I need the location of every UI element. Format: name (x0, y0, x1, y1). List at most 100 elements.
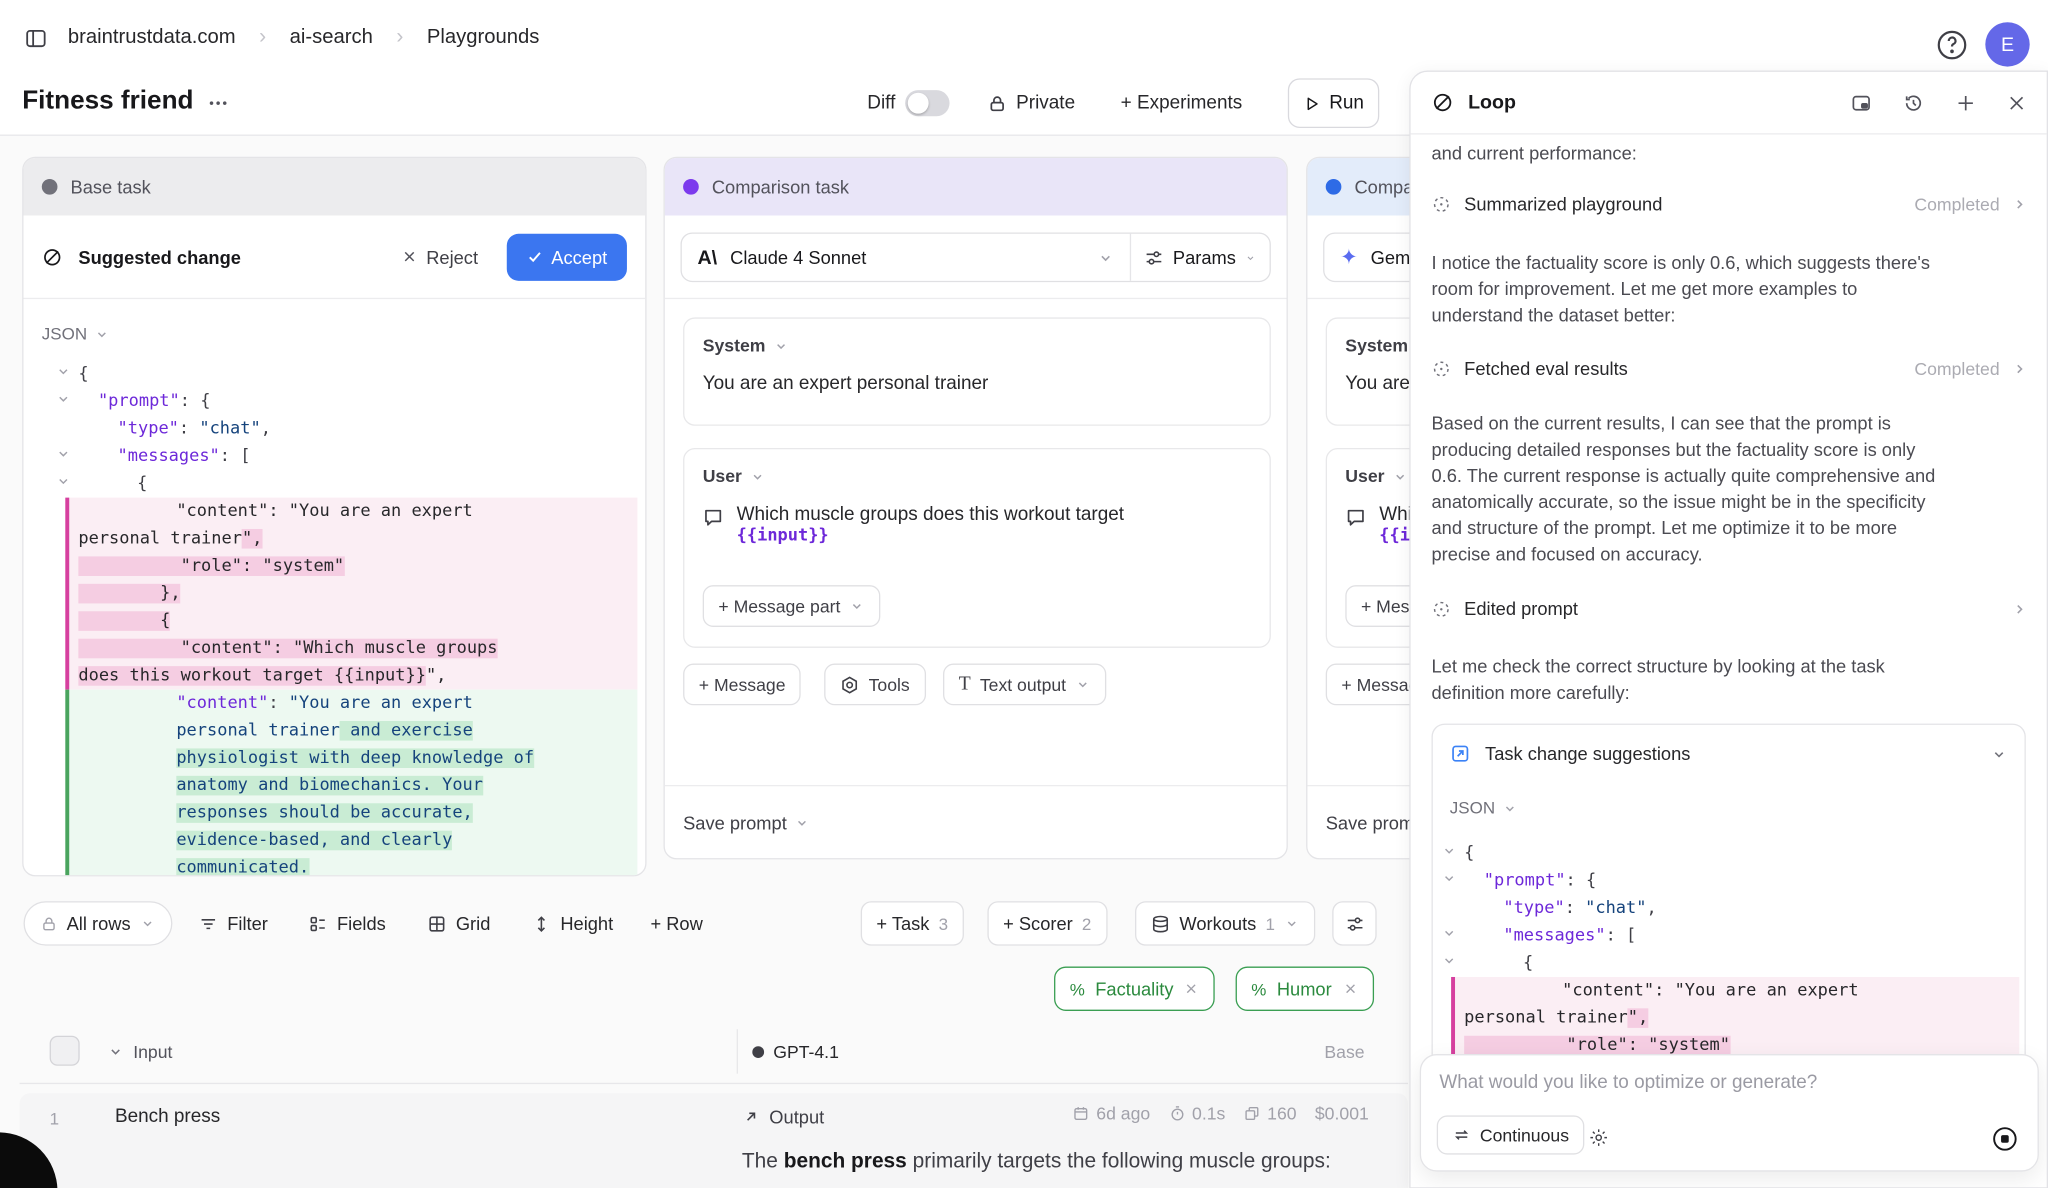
loop-input-placeholder: What would you like to optimize or gener… (1439, 1072, 1817, 1093)
tools-icon (840, 675, 860, 695)
add-scorer-label: + Scorer (1003, 913, 1073, 934)
all-rows-select[interactable]: All rows (24, 901, 173, 945)
breadcrumb-project[interactable]: ai-search (290, 26, 373, 50)
breadcrumb-section[interactable]: Playgrounds (427, 26, 540, 50)
row-number: 1 (50, 1109, 59, 1129)
breadcrumb-sep-icon: › (396, 26, 403, 50)
task-count: 3 (939, 914, 948, 934)
json-mode-select[interactable]: JSON (1450, 798, 1517, 818)
filter-button[interactable]: Filter (199, 901, 268, 945)
height-label: Height (560, 913, 613, 934)
text-output-button[interactable]: T Text output (943, 664, 1107, 706)
height-button[interactable]: Height (532, 901, 614, 945)
save-prompt-button[interactable]: Save prompt (665, 785, 1287, 858)
chevron-right-icon (2011, 195, 2028, 212)
grid-button[interactable]: Grid (427, 901, 490, 945)
suggestions-card-header[interactable]: Task change suggestions (1433, 725, 2025, 782)
json-mode-select[interactable]: JSON (42, 324, 109, 344)
chevron-right-icon (2011, 600, 2028, 617)
accept-button[interactable]: Accept (507, 233, 627, 280)
base-task-panel: Base task Suggested change Reject Accept… (22, 157, 646, 877)
reject-button[interactable]: Reject (401, 246, 478, 267)
user-label[interactable]: User (1345, 466, 1408, 486)
remove-scorer-icon[interactable] (1184, 981, 1200, 997)
loop-step[interactable]: Fetched eval results Completed (1432, 358, 2029, 379)
code-line: does this workout target {{input}}", (78, 662, 637, 689)
avatar[interactable]: E (1985, 22, 2029, 66)
select-all-checkbox[interactable] (50, 1036, 80, 1066)
message-bubble-icon (703, 507, 724, 528)
new-chat-icon[interactable] (1955, 93, 1976, 114)
json-editor[interactable]: {"prompt": {"type": "chat","messages": [… (78, 360, 637, 876)
row-input-cell[interactable]: Bench press (115, 1106, 220, 1127)
json-editor[interactable]: {"prompt": {"type": "chat","messages": [… (1464, 840, 2019, 1059)
code-line: anatomy and biomechanics. Your (78, 772, 637, 799)
system-message-box[interactable]: System You are an expert personal traine… (683, 317, 1271, 425)
loop-input-box[interactable]: What would you like to optimize or gener… (1420, 1054, 2039, 1172)
code-line: evidence-based, and clearly (78, 827, 637, 854)
system-label[interactable]: System (703, 336, 789, 356)
experiments-button[interactable]: + Experiments (1121, 89, 1243, 118)
anthropic-logo-icon: A\ (697, 246, 717, 268)
title-menu-button[interactable] (206, 91, 230, 115)
add-row-button[interactable]: + Row (650, 901, 702, 945)
step-icon (1432, 599, 1452, 619)
loop-step[interactable]: Edited prompt (1432, 598, 2029, 619)
add-row-label: + Row (650, 913, 702, 934)
params-button[interactable]: Params (1131, 234, 1269, 281)
params-label: Params (1173, 247, 1236, 268)
sidebar-toggle-icon[interactable] (25, 27, 47, 49)
model-header-label: GPT-4.1 (773, 1042, 839, 1062)
dataset-select[interactable]: Workouts 1 (1135, 901, 1315, 945)
fields-icon (308, 914, 328, 934)
dataset-label: Workouts (1179, 913, 1256, 934)
code-line: { (78, 607, 637, 634)
tools-button[interactable]: Tools (824, 664, 925, 706)
add-scorer-button[interactable]: + Scorer 2 (987, 901, 1107, 945)
scorer-chip-humor[interactable]: % Humor (1236, 967, 1374, 1011)
chevron-right-icon (2011, 360, 2028, 377)
close-icon[interactable] (2006, 93, 2027, 114)
input-column-header[interactable]: Input (107, 1038, 172, 1064)
output-meta: 6d ago 0.1s 160 $0.001 (742, 1104, 1369, 1124)
fields-button[interactable]: Fields (308, 901, 386, 945)
suggested-change-row: Suggested change Reject Accept (24, 216, 646, 300)
history-icon[interactable] (1903, 93, 1924, 114)
message-part-button[interactable]: + Message part (703, 585, 881, 627)
grid-label: Grid (456, 913, 491, 934)
add-message-button[interactable]: + Message (683, 664, 801, 706)
system-label[interactable]: System (1345, 336, 1408, 356)
loop-step[interactable]: Summarized playground Completed (1432, 193, 2029, 214)
user-message-box[interactable]: User Which muscle groups does this worko… (683, 448, 1271, 648)
collapse-icon (107, 1043, 124, 1060)
loop-settings-icon[interactable] (1588, 1127, 1609, 1148)
continuous-mode-button[interactable]: Continuous (1437, 1115, 1585, 1154)
user-label[interactable]: User (703, 466, 766, 486)
remove-scorer-icon[interactable] (1342, 981, 1358, 997)
private-button[interactable]: Private (987, 89, 1075, 118)
diff-toggle[interactable] (904, 90, 948, 116)
comparison-task-header: Comparison task (665, 158, 1287, 215)
scorer-chip-label: Factuality (1095, 978, 1173, 999)
run-button[interactable]: Run (1288, 78, 1379, 128)
scorer-chip-factuality[interactable]: % Factuality (1054, 967, 1215, 1011)
code-line: "content": "You are an expert (78, 690, 637, 717)
reject-label: Reject (426, 246, 478, 267)
add-task-button[interactable]: + Task 3 (861, 901, 964, 945)
input-header-label: Input (133, 1042, 172, 1062)
loop-panel: Loop and current performance: Summarized… (1409, 71, 2048, 1188)
popout-icon[interactable] (1851, 93, 1872, 114)
breadcrumb-org[interactable]: braintrustdata.com (68, 26, 236, 50)
comparison-task-label: Comparison task (712, 176, 849, 197)
fields-label: Fields (337, 913, 386, 934)
code-line: "role": "system" (78, 552, 637, 579)
model-column-header[interactable]: GPT-4.1 (752, 1038, 839, 1064)
model-select[interactable]: A\ Claude 4 Sonnet (682, 234, 1131, 281)
code-line: "prompt": { (1464, 867, 2019, 894)
model-name: Claude 4 Sonnet (730, 247, 1084, 268)
code-line: { (1464, 950, 2019, 977)
table-settings-button[interactable] (1332, 901, 1376, 945)
stop-button[interactable] (1991, 1125, 2020, 1154)
help-button[interactable] (1934, 27, 1969, 62)
table-header-divider (20, 1083, 1408, 1084)
